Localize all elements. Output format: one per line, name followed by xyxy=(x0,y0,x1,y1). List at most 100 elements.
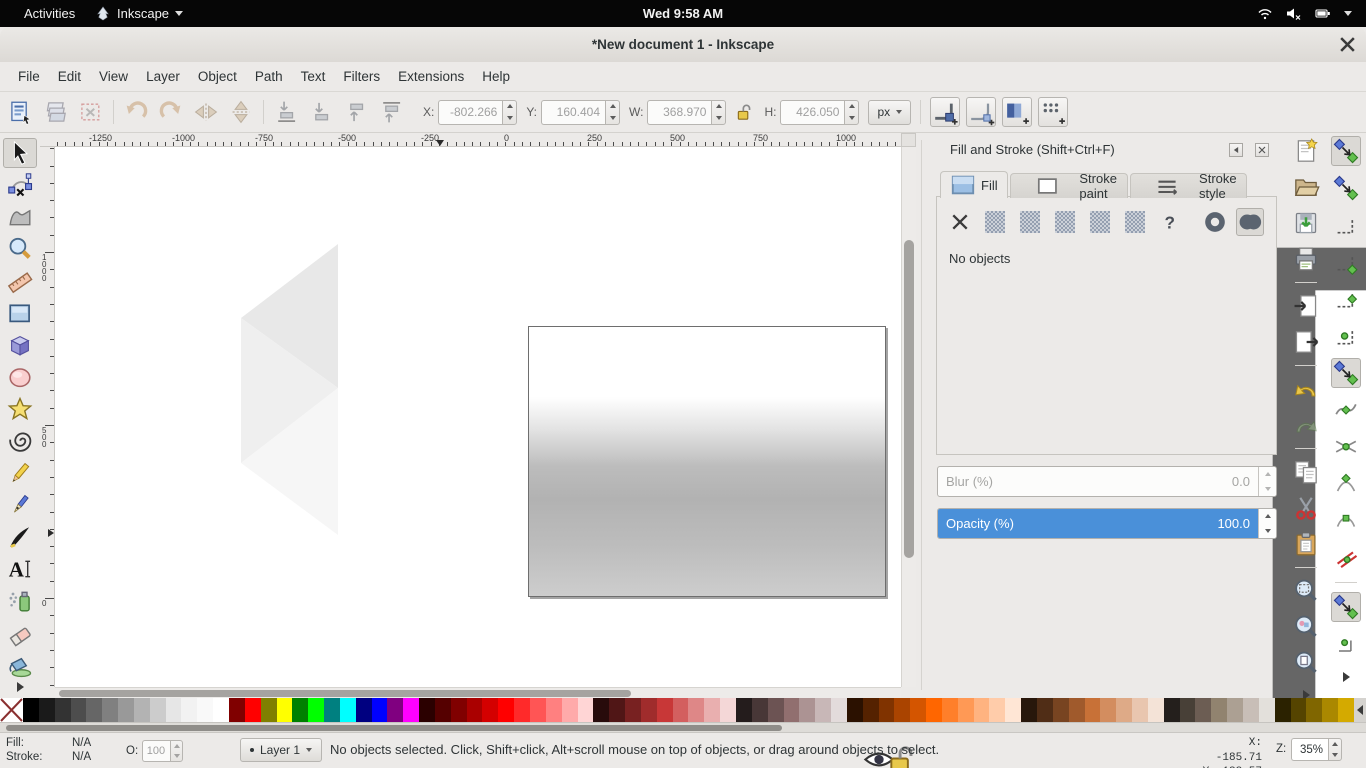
fillrule-nonzero-toggle[interactable] xyxy=(1236,208,1264,236)
tool-spiral[interactable] xyxy=(3,426,37,456)
palette-swatch[interactable] xyxy=(752,698,768,722)
vertical-scrollbar-thumb[interactable] xyxy=(904,240,914,558)
palette-swatch[interactable] xyxy=(403,698,419,722)
select-all-button[interactable] xyxy=(8,99,34,125)
palette-swatch[interactable] xyxy=(419,698,435,722)
palette-swatch[interactable] xyxy=(1180,698,1196,722)
palette-swatch[interactable] xyxy=(1148,698,1164,722)
tool-selector[interactable] xyxy=(3,138,37,168)
palette-swatch[interactable] xyxy=(926,698,942,722)
palette-swatch[interactable] xyxy=(989,698,1005,722)
menu-text[interactable]: Text xyxy=(292,64,335,89)
palette-swatch[interactable] xyxy=(482,698,498,722)
snap-bbox-centers-toggle[interactable] xyxy=(1331,321,1361,351)
snap-bbox-corners-toggle[interactable] xyxy=(1331,247,1361,277)
tool-spray[interactable] xyxy=(3,586,37,616)
palette-swatch[interactable] xyxy=(673,698,689,722)
palette-swatch[interactable] xyxy=(372,698,388,722)
affect-gradient-toggle[interactable] xyxy=(1002,97,1032,127)
palette-swatch[interactable] xyxy=(879,698,895,722)
rotate-ccw-button[interactable] xyxy=(123,99,149,125)
select-all-layers-button[interactable] xyxy=(43,99,69,125)
horizontal-scrollbar[interactable] xyxy=(55,687,901,698)
fill-stroke-indicator[interactable]: Fill: N/A Stroke: N/A xyxy=(6,737,91,765)
palette-swatch[interactable] xyxy=(277,698,293,722)
cms-toggle-button[interactable] xyxy=(901,133,916,147)
tool-pencil[interactable] xyxy=(3,458,37,488)
tool-ellipse[interactable] xyxy=(3,362,37,392)
print-button[interactable] xyxy=(1291,244,1321,274)
system-status-area[interactable] xyxy=(1257,6,1352,21)
palette-swatch[interactable] xyxy=(942,698,958,722)
tool-pen[interactable] xyxy=(3,490,37,520)
deselect-button[interactable] xyxy=(78,99,104,125)
palette-swatch[interactable] xyxy=(340,698,356,722)
activities-button[interactable]: Activities xyxy=(18,4,81,23)
tool-bucket[interactable] xyxy=(3,650,37,680)
palette-swatch[interactable] xyxy=(593,698,609,722)
palette-swatch[interactable] xyxy=(974,698,990,722)
snap-intersections-toggle[interactable] xyxy=(1331,432,1361,462)
horizontal-scrollbar-thumb[interactable] xyxy=(59,690,631,697)
palette-swatch[interactable] xyxy=(1243,698,1259,722)
menu-layer[interactable]: Layer xyxy=(137,64,189,89)
palette-swatch[interactable] xyxy=(894,698,910,722)
palette-scrollbar-thumb[interactable] xyxy=(6,725,782,731)
palette-swatch[interactable] xyxy=(181,698,197,722)
tool-box3d[interactable] xyxy=(3,330,37,360)
blur-spinner[interactable] xyxy=(1258,467,1276,496)
paint-linear-button[interactable] xyxy=(1019,210,1041,234)
flip-horizontal-button[interactable] xyxy=(193,99,219,125)
zoom-page-button[interactable] xyxy=(1291,648,1321,678)
palette-swatch[interactable] xyxy=(1322,698,1338,722)
tool-star[interactable] xyxy=(3,394,37,424)
object-opacity-input[interactable]: 100 xyxy=(142,740,170,762)
clock[interactable]: Wed 9:58 AM xyxy=(643,6,723,21)
opacity-spinner[interactable] xyxy=(1258,509,1276,538)
menu-view[interactable]: View xyxy=(90,64,137,89)
affect-pattern-toggle[interactable] xyxy=(1038,97,1068,127)
palette-swatch[interactable] xyxy=(1132,698,1148,722)
palette-swatch[interactable] xyxy=(736,698,752,722)
paint-unknown-button[interactable]: ? xyxy=(1159,210,1181,234)
snap-bbox-midpoints-toggle[interactable] xyxy=(1331,284,1361,314)
palette-swatch[interactable] xyxy=(1069,698,1085,722)
snap-center-toggle[interactable] xyxy=(1331,629,1361,659)
palette-swatch[interactable] xyxy=(150,698,166,722)
w-spinner[interactable] xyxy=(711,100,726,125)
palette-swatch[interactable] xyxy=(1100,698,1116,722)
lower-button[interactable] xyxy=(308,99,334,125)
menu-object[interactable]: Object xyxy=(189,64,246,89)
palette-swatch[interactable] xyxy=(958,698,974,722)
palette-swatch[interactable] xyxy=(1053,698,1069,722)
palette-swatch[interactable] xyxy=(435,698,451,722)
palette-swatch[interactable] xyxy=(1021,698,1037,722)
save-button[interactable] xyxy=(1291,208,1321,238)
palette-swatch[interactable] xyxy=(213,698,229,722)
palette-swatch[interactable] xyxy=(530,698,546,722)
tab-fill[interactable]: Fill xyxy=(940,171,1008,198)
snap-smooth-toggle[interactable] xyxy=(1331,506,1361,536)
snap-midpoints-toggle[interactable] xyxy=(1331,543,1361,573)
app-menu-button[interactable]: Inkscape xyxy=(95,6,183,21)
x-spinner[interactable] xyxy=(502,100,517,125)
paint-flat-button[interactable] xyxy=(984,210,1006,234)
object-opacity-spinner[interactable] xyxy=(170,740,183,762)
tool-text[interactable]: A xyxy=(3,554,37,584)
menu-extensions[interactable]: Extensions xyxy=(389,64,473,89)
lock-ratio-button[interactable] xyxy=(735,101,755,123)
palette-swatch[interactable] xyxy=(23,698,39,722)
snap-expander[interactable] xyxy=(1336,670,1356,684)
palette-swatch[interactable] xyxy=(863,698,879,722)
tool-rect[interactable] xyxy=(3,298,37,328)
vertical-scrollbar[interactable] xyxy=(901,147,916,687)
zoom-input[interactable]: 35% xyxy=(1291,738,1328,761)
palette-swatch[interactable] xyxy=(1227,698,1243,722)
palette-swatch[interactable] xyxy=(609,698,625,722)
width-input[interactable]: 368.970 xyxy=(647,100,711,125)
palette-swatch[interactable] xyxy=(688,698,704,722)
palette-swatch[interactable] xyxy=(799,698,815,722)
cut-button[interactable] xyxy=(1291,493,1321,523)
palette-swatch-none[interactable] xyxy=(0,698,23,722)
dock-collapse-button[interactable] xyxy=(1229,143,1243,157)
